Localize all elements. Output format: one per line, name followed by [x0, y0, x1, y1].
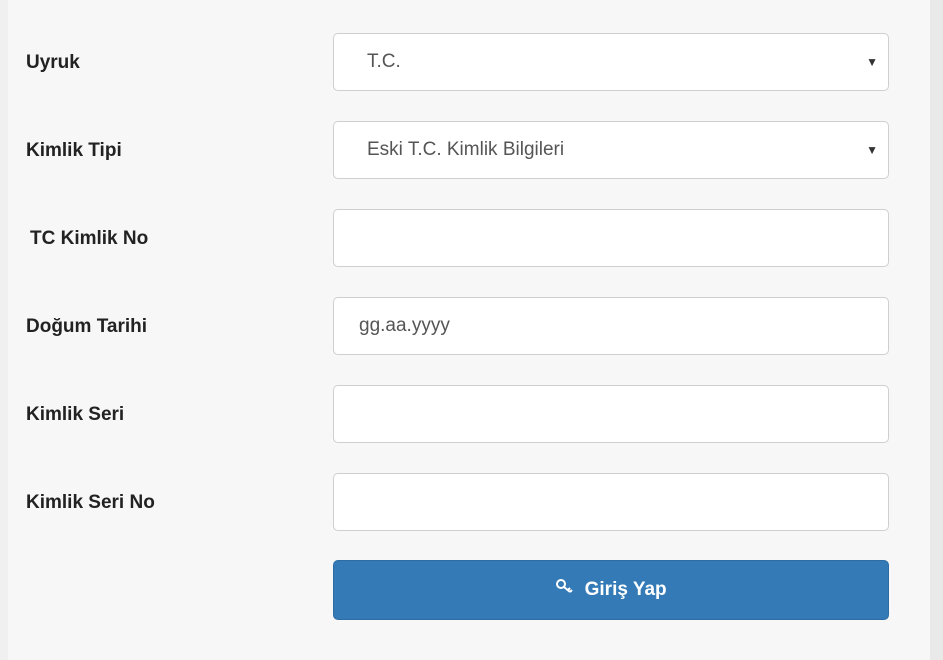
- id-type-label: Kimlik Tipi: [26, 140, 122, 161]
- tc-no-input[interactable]: [334, 210, 888, 266]
- login-button[interactable]: Giriş Yap: [333, 560, 889, 620]
- id-serial-row: Kimlik Seri: [8, 385, 938, 445]
- nationality-row: Uyruk T.C. ▼: [8, 33, 938, 93]
- id-serial-label: Kimlik Seri: [26, 404, 125, 425]
- id-serial-field-wrapper: [333, 385, 889, 443]
- id-serial-no-label: Kimlik Seri No: [26, 492, 155, 513]
- nationality-select[interactable]: T.C. ▼: [333, 33, 889, 91]
- birth-date-field-wrapper: [333, 297, 889, 355]
- id-type-select[interactable]: Eski T.C. Kimlik Bilgileri ▼: [333, 121, 889, 179]
- id-type-row: Kimlik Tipi Eski T.C. Kimlik Bilgileri ▼: [8, 121, 938, 181]
- birth-date-row: Doğum Tarihi: [8, 297, 938, 357]
- tc-no-label: TC Kimlik No: [30, 228, 149, 249]
- id-serial-no-row: Kimlik Seri No: [8, 473, 938, 533]
- chevron-down-icon: ▼: [866, 143, 878, 157]
- key-icon: [555, 560, 575, 618]
- nationality-label: Uyruk: [26, 52, 80, 73]
- login-button-label: Giriş Yap: [584, 579, 667, 600]
- id-serial-no-input[interactable]: [334, 474, 888, 530]
- id-serial-no-field-wrapper: [333, 473, 889, 531]
- birth-date-input[interactable]: [334, 298, 888, 354]
- tc-no-field-wrapper: [333, 209, 889, 267]
- id-serial-input[interactable]: [334, 386, 888, 442]
- chevron-down-icon: ▼: [866, 55, 878, 69]
- nationality-selected-value: T.C.: [367, 51, 401, 72]
- id-type-selected-value: Eski T.C. Kimlik Bilgileri: [367, 139, 565, 160]
- tc-no-row: TC Kimlik No: [8, 209, 938, 269]
- login-form-panel: Uyruk T.C. ▼ Kimlik Tipi Eski T.C. Kimli…: [0, 0, 930, 660]
- birth-date-label: Doğum Tarihi: [26, 316, 148, 337]
